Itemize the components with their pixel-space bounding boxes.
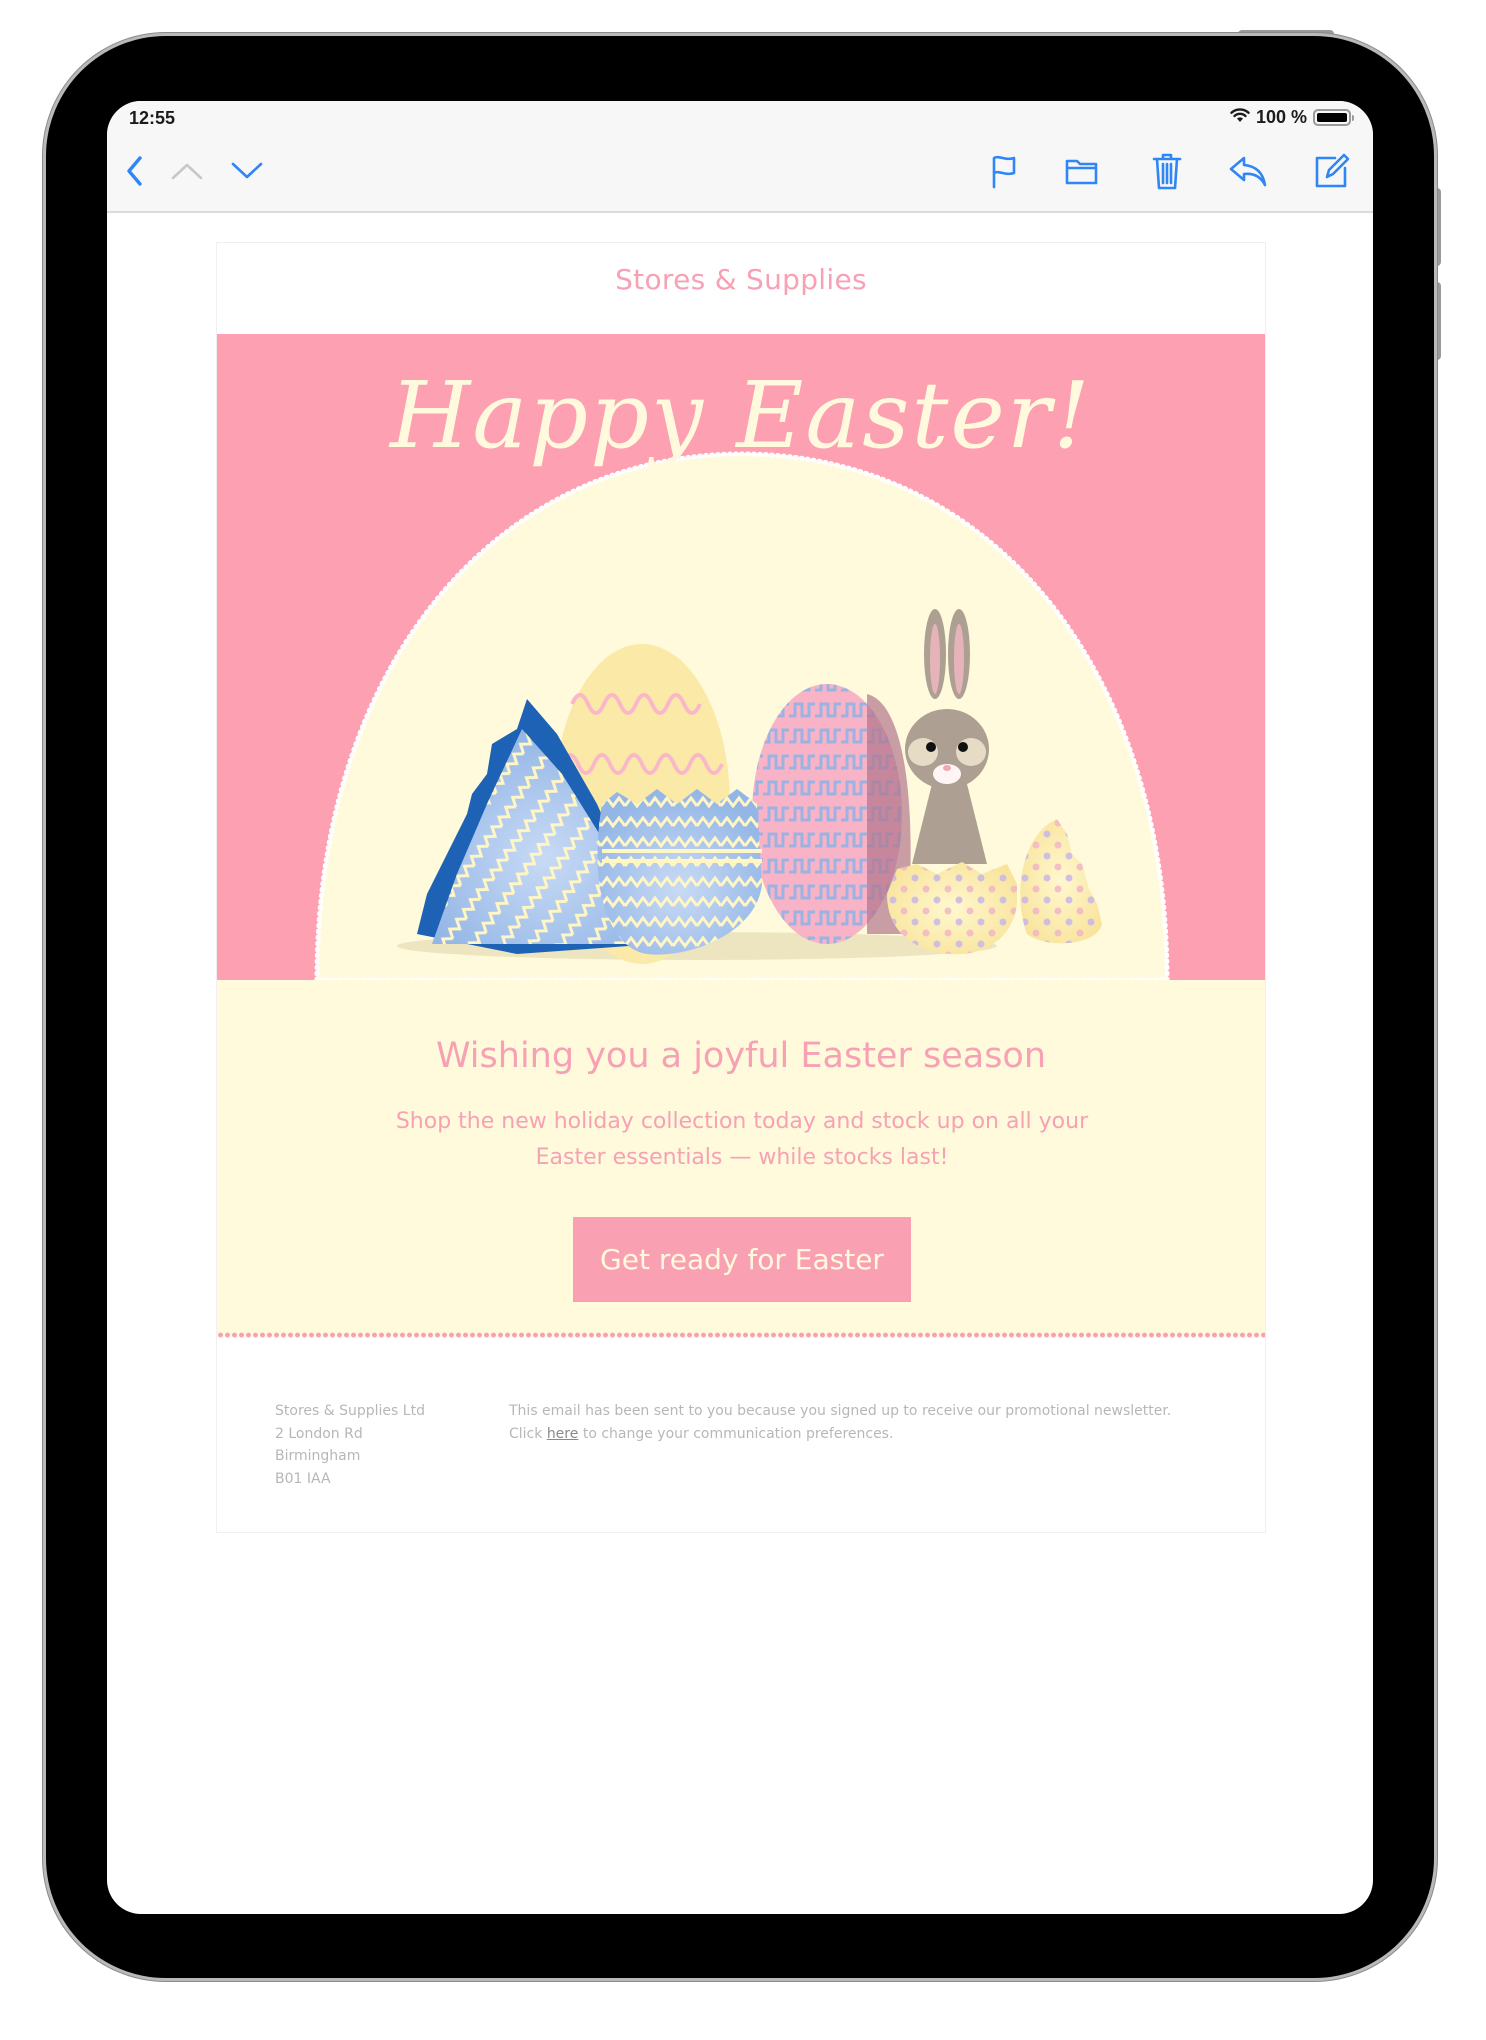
trash-button[interactable]: [1147, 153, 1187, 193]
notice-suffix: to change your communication preferences…: [578, 1425, 894, 1442]
subtext: Shop the new holiday collection today an…: [395, 1109, 1089, 1170]
email-footer: Stores & Supplies Ltd 2 London Rd Birmin…: [217, 1338, 1265, 1534]
address-line: B01 IAA: [275, 1470, 331, 1487]
headline: Wishing you a joyful Easter season: [435, 1036, 1047, 1076]
status-indicators: 100 %: [1230, 107, 1354, 128]
brand-name: Stores & Supplies: [615, 263, 867, 296]
device-volume-up-button: [1434, 188, 1441, 266]
preferences-link[interactable]: here: [547, 1426, 579, 1442]
battery-percentage: 100 %: [1255, 107, 1307, 127]
chevron-down-icon: [230, 161, 264, 185]
trash-icon: [1151, 151, 1183, 195]
wifi-icon: [1230, 107, 1250, 128]
pink-pattern-egg: [752, 684, 911, 944]
move-to-folder-button[interactable]: [1062, 153, 1102, 193]
folder-icon: [1064, 156, 1100, 190]
chevron-up-icon: [170, 161, 204, 185]
hero-title: Happy Easter!: [390, 362, 1092, 469]
address-line: Birmingham: [275, 1448, 361, 1464]
chevron-left-icon: [123, 154, 147, 192]
flag-button[interactable]: [984, 153, 1024, 193]
notice-line: This email has been sent to you because …: [509, 1403, 1172, 1419]
notice-line-2: Click here to change your communication …: [509, 1423, 1229, 1446]
screen: 12:55 100 % Stores & Supplies Happy East…: [107, 101, 1373, 1914]
reply-button[interactable]: [1228, 153, 1268, 193]
unsubscribe-notice: This email has been sent to you because …: [509, 1400, 1229, 1445]
previous-message-button[interactable]: [167, 153, 207, 193]
reply-icon: [1228, 154, 1268, 192]
next-message-button[interactable]: [227, 153, 267, 193]
back-button[interactable]: [115, 153, 155, 193]
mail-toolbar: 12:55 100 %: [107, 101, 1373, 213]
email-message: Stores & Supplies Happy Easter! Wishing …: [216, 242, 1266, 1533]
get-ready-for-easter-button[interactable]: Get ready for Easter: [573, 1217, 911, 1302]
battery-icon: [1313, 109, 1354, 126]
message-body: Wishing you a joyful Easter season Shop …: [217, 980, 1265, 1338]
flag-icon: [989, 153, 1019, 193]
hero-banner: Happy Easter!: [217, 334, 1265, 980]
company-address: Stores & Supplies Ltd 2 London Rd Birmin…: [275, 1400, 425, 1490]
notice-prefix: Click: [509, 1425, 547, 1442]
status-time: 12:55: [129, 108, 176, 128]
address-line: 2 London Rd: [275, 1425, 363, 1442]
device-volume-down-button: [1434, 282, 1441, 360]
compose-button[interactable]: [1312, 153, 1352, 193]
compose-icon: [1313, 152, 1351, 194]
address-line: Stores & Supplies Ltd: [275, 1403, 425, 1419]
